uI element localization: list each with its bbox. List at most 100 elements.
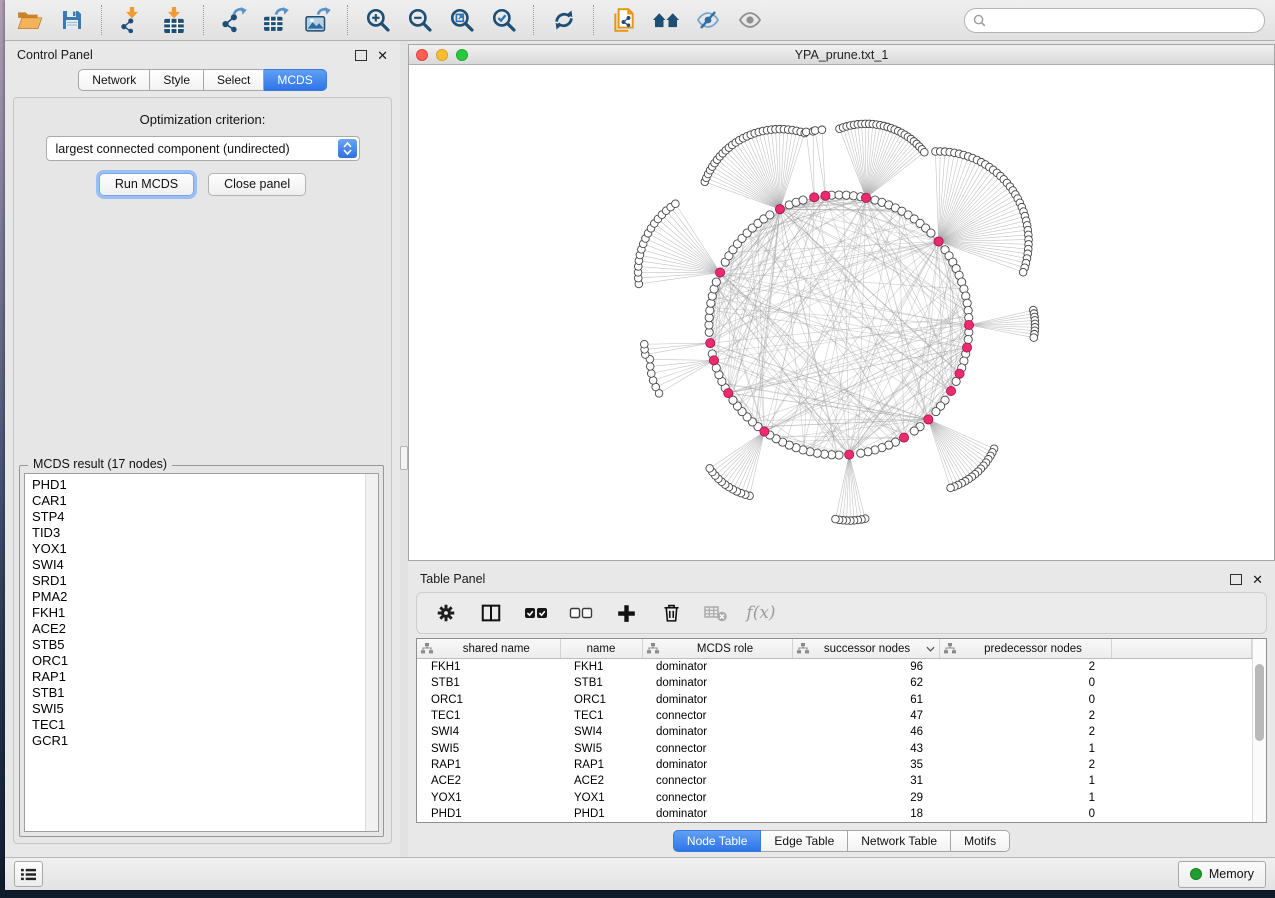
network-node[interactable]: [832, 515, 840, 523]
network-node[interactable]: [1019, 268, 1027, 276]
network-node[interactable]: [1030, 334, 1038, 342]
table-cell[interactable]: 2: [939, 708, 1111, 724]
table-cell[interactable]: FKH1: [417, 659, 560, 676]
table-cell[interactable]: 18: [792, 806, 939, 822]
network-canvas[interactable]: [409, 65, 1274, 560]
network-node[interactable]: [646, 363, 654, 371]
table-cell[interactable]: 62: [792, 675, 939, 691]
table-row[interactable]: TEC1TEC1connector472: [417, 708, 1252, 724]
minimize-window-icon[interactable]: [436, 49, 448, 61]
table-cell[interactable]: 0: [939, 675, 1111, 691]
table-scrollbar[interactable]: [1252, 639, 1266, 822]
network-window-titlebar[interactable]: YPA_prune.txt_1: [409, 45, 1274, 65]
network-node[interactable]: [932, 408, 940, 416]
table-row[interactable]: YOX1YOX1connector291: [417, 789, 1252, 805]
table-cell[interactable]: SWI5: [560, 740, 642, 756]
table-row[interactable]: SWI5SWI5connector431: [417, 740, 1252, 756]
export-network-icon[interactable]: [219, 5, 249, 35]
network-node[interactable]: [649, 377, 657, 385]
splitter-handle[interactable]: [400, 446, 408, 470]
table-cell[interactable]: RAP1: [417, 757, 560, 773]
network-node[interactable]: [947, 484, 955, 492]
search-input[interactable]: [991, 12, 1256, 28]
save-icon[interactable]: [57, 5, 87, 35]
tab-edge-table[interactable]: Edge Table: [761, 830, 848, 852]
close-panel-icon[interactable]: ✕: [377, 49, 388, 62]
task-history-button[interactable]: [14, 861, 43, 887]
table-cell[interactable]: 43: [792, 740, 939, 756]
table-cell[interactable]: connector: [642, 789, 792, 805]
mcds-result-item[interactable]: TEC1: [32, 717, 365, 733]
table-cell[interactable]: dominator: [642, 724, 792, 740]
table-cell[interactable]: 2: [939, 757, 1111, 773]
column-successor-nodes[interactable]: successor nodes: [792, 639, 939, 659]
zoom-selected-icon[interactable]: [489, 5, 519, 35]
table-cell[interactable]: dominator: [642, 659, 792, 676]
close-window-icon[interactable]: [416, 49, 428, 61]
mcds-result-item[interactable]: ORC1: [32, 653, 365, 669]
mcds-result-item[interactable]: STP4: [32, 509, 365, 525]
delete-column-icon[interactable]: [658, 600, 684, 626]
table-scrollbar-thumb[interactable]: [1255, 664, 1264, 741]
first-neighbors-icon[interactable]: [651, 5, 681, 35]
mcds-result-item[interactable]: ACE2: [32, 621, 365, 637]
network-node[interactable]: [640, 340, 648, 348]
mcds-list-scrollbar[interactable]: [365, 474, 378, 831]
tab-select[interactable]: Select: [204, 69, 264, 91]
mcds-result-item[interactable]: SWI5: [32, 701, 365, 717]
select-all-icon[interactable]: [523, 600, 549, 626]
table-row[interactable]: SWI4SWI4dominator462: [417, 724, 1252, 740]
mcds-hub-node[interactable]: [775, 205, 784, 214]
show-columns-icon[interactable]: [478, 600, 504, 626]
table-cell[interactable]: YOX1: [417, 789, 560, 805]
table-cell[interactable]: RAP1: [560, 757, 642, 773]
mcds-result-item[interactable]: FKH1: [32, 605, 365, 621]
table-cell[interactable]: 61: [792, 692, 939, 708]
table-cell[interactable]: 1: [939, 773, 1111, 789]
optimization-criterion-select[interactable]: largest connected component (undirected): [46, 136, 360, 161]
mcds-hub-node[interactable]: [899, 433, 908, 442]
hide-selected-icon[interactable]: [693, 5, 723, 35]
import-network-icon[interactable]: [117, 5, 147, 35]
network-node[interactable]: [799, 196, 807, 204]
network-node[interactable]: [706, 465, 714, 473]
mcds-result-item[interactable]: TID3: [32, 525, 365, 541]
mcds-hub-node[interactable]: [861, 193, 870, 202]
table-cell[interactable]: ACE2: [560, 773, 642, 789]
mcds-result-item[interactable]: STB1: [32, 685, 365, 701]
table-cell[interactable]: STB1: [417, 675, 560, 691]
table-cell[interactable]: 1: [939, 789, 1111, 805]
table-row[interactable]: RAP1RAP1dominator352: [417, 757, 1252, 773]
table-row[interactable]: FKH1FKH1dominator962: [417, 659, 1252, 676]
table-cell[interactable]: connector: [642, 773, 792, 789]
show-all-icon[interactable]: [735, 5, 765, 35]
mcds-hub-node[interactable]: [955, 369, 964, 378]
mcds-hub-node[interactable]: [715, 268, 724, 277]
close-panel-button[interactable]: Close panel: [208, 173, 306, 196]
table-cell[interactable]: TEC1: [560, 708, 642, 724]
open-file-icon[interactable]: [15, 5, 45, 35]
table-cell[interactable]: SWI4: [560, 724, 642, 740]
table-settings-icon[interactable]: [433, 600, 459, 626]
vertical-splitter[interactable]: [400, 41, 408, 857]
column-shared-name[interactable]: shared name: [417, 639, 560, 659]
table-cell[interactable]: connector: [642, 708, 792, 724]
mcds-result-item[interactable]: YOX1: [32, 541, 365, 557]
zoom-out-icon[interactable]: [405, 5, 435, 35]
mcds-result-item[interactable]: GCR1: [32, 733, 365, 749]
column-name[interactable]: name: [560, 639, 642, 659]
mcds-hub-node[interactable]: [934, 237, 943, 246]
table-cell[interactable]: dominator: [642, 692, 792, 708]
mcds-hub-node[interactable]: [709, 356, 718, 365]
export-table-icon[interactable]: [261, 5, 291, 35]
mcds-result-item[interactable]: CAR1: [32, 493, 365, 509]
mcds-hub-node[interactable]: [706, 338, 715, 347]
table-cell[interactable]: 29: [792, 789, 939, 805]
float-panel-icon[interactable]: [355, 50, 367, 61]
close-table-panel-icon[interactable]: ✕: [1252, 573, 1263, 586]
table-cell[interactable]: 0: [939, 692, 1111, 708]
network-node[interactable]: [712, 278, 720, 286]
mcds-hub-node[interactable]: [924, 415, 933, 424]
network-node[interactable]: [811, 127, 819, 135]
mcds-result-item[interactable]: PMA2: [32, 589, 365, 605]
